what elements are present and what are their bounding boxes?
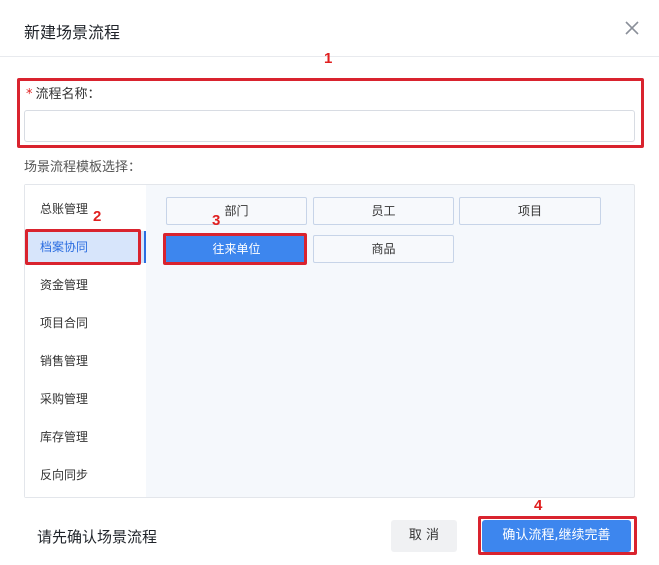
annotation-number-1: 1 xyxy=(324,50,333,67)
annotation-number-2: 2 xyxy=(93,208,102,225)
create-scene-flow-dialog: 新建场景流程 1 * 流程名称： 场景流程模板选择： 总账管理 档案协同 资金管理… xyxy=(0,0,659,565)
sidebar-item-reverse-sync[interactable]: 反向同步 xyxy=(25,459,146,491)
dialog-title: 新建场景流程 xyxy=(24,23,121,42)
annotation-box-3 xyxy=(163,233,307,265)
sidebar-item-sales-management[interactable]: 销售管理 xyxy=(25,345,146,377)
annotation-number-3: 3 xyxy=(212,212,221,229)
annotation-number-4: 4 xyxy=(534,497,543,514)
sidebar-item-general-ledger[interactable]: 总账管理 xyxy=(25,193,146,225)
sidebar-item-inventory-management[interactable]: 库存管理 xyxy=(25,421,146,453)
flow-name-input[interactable] xyxy=(24,110,635,142)
confirm-hint-text: 请先确认场景流程 xyxy=(37,528,158,546)
sidebar-item-project-contract[interactable]: 项目合同 xyxy=(25,307,146,339)
annotation-box-2 xyxy=(25,229,141,265)
dialog-header: 新建场景流程 xyxy=(0,0,659,57)
sidebar-item-purchase-management[interactable]: 采购管理 xyxy=(25,383,146,415)
flow-name-label: * 流程名称： xyxy=(26,83,101,102)
template-chip-project[interactable]: 项目 xyxy=(459,197,601,225)
template-chip-goods[interactable]: 商品 xyxy=(313,235,454,263)
flow-name-label-text: 流程名称： xyxy=(35,87,101,102)
annotation-box-4 xyxy=(478,516,637,555)
cancel-button[interactable]: 取 消 xyxy=(391,520,457,552)
template-select-label: 场景流程模板选择： xyxy=(24,160,142,175)
template-chip-department[interactable]: 部门 xyxy=(166,197,307,225)
close-icon[interactable] xyxy=(622,18,642,38)
template-chip-employee[interactable]: 员工 xyxy=(313,197,454,225)
sidebar-item-fund-management[interactable]: 资金管理 xyxy=(25,269,146,301)
required-mark: * xyxy=(26,87,33,102)
